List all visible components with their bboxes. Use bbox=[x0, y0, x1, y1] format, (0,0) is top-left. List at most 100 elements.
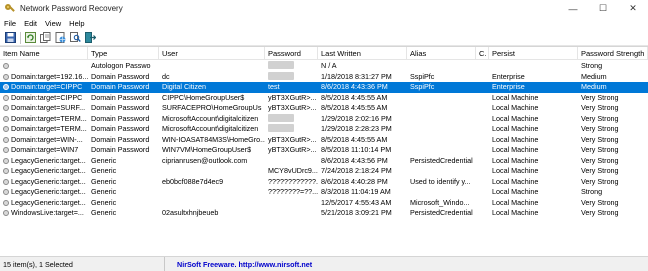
cell-last-written-text: 12/5/2017 4:55:43 AM bbox=[321, 197, 392, 207]
column-header-alias[interactable]: Alias bbox=[407, 47, 476, 60]
minimize-button[interactable]: — bbox=[558, 0, 588, 17]
menu-file[interactable]: File bbox=[0, 19, 20, 28]
cell-alias-text: PersistedCredential bbox=[410, 155, 473, 165]
credential-icon bbox=[3, 168, 9, 174]
cell-type-text: Domain Password bbox=[91, 82, 150, 91]
cell-last-written: 8/6/2018 4:43:56 PM bbox=[318, 156, 407, 167]
table-row[interactable]: Autologon Passwo N / A Strong bbox=[0, 61, 648, 72]
cell-persist: Local Machine bbox=[489, 177, 578, 188]
cell-alias bbox=[407, 187, 476, 198]
table-row[interactable]: Domain:target=WIN7 Domain Password WIN7VM\… bbox=[0, 145, 648, 156]
password-redaction bbox=[268, 113, 294, 122]
cell-password-strength: Very Strong bbox=[578, 198, 648, 209]
copy-icon[interactable] bbox=[39, 32, 51, 44]
column-header-item-name[interactable]: Item Name bbox=[0, 47, 88, 60]
cell-persist: Local Machine bbox=[489, 187, 578, 198]
save-icon[interactable] bbox=[4, 32, 16, 44]
cell-last-written-text: N / A bbox=[321, 61, 337, 70]
table-row[interactable]: WindowsLive:target=... Generic 02asultxhnj… bbox=[0, 208, 648, 219]
table-row[interactable]: LegacyGeneric:target... Generic ????????=?… bbox=[0, 187, 648, 198]
cell-type-text: Domain Password bbox=[91, 124, 150, 133]
cell-item-name-text: Domain:target=WIN-... bbox=[11, 134, 83, 144]
column-header-type[interactable]: Type bbox=[88, 47, 159, 60]
table-row[interactable]: Domain:target=CIPPC Domain Password CIPPC\… bbox=[0, 93, 648, 104]
cell-password-strength-text: Very Strong bbox=[581, 124, 619, 133]
table-row[interactable]: Domain:target=192.16... Domain Password dc… bbox=[0, 71, 648, 83]
cell-password-strength-text: Medium bbox=[581, 82, 607, 91]
cell-item-name-text: Domain:target=192.16... bbox=[11, 71, 88, 81]
cell-last-written-text: 8/5/2018 4:45:55 AM bbox=[321, 103, 388, 112]
close-button[interactable]: ✕ bbox=[618, 0, 648, 17]
exit-icon[interactable] bbox=[84, 32, 96, 44]
menu-help[interactable]: Help bbox=[65, 19, 88, 28]
cell-type-text: Domain Password bbox=[91, 71, 150, 81]
cell-alias: Used to identify y... bbox=[407, 177, 476, 188]
cell-item-name-text: Domain:target=TERM... bbox=[11, 113, 87, 123]
cell-password-text: yBT3XGutR>... bbox=[268, 103, 317, 112]
table-row[interactable]: Domain:target=SURF... Domain Password SURF… bbox=[0, 103, 648, 114]
cell-user: dc bbox=[159, 72, 265, 83]
cell-type: Generic bbox=[88, 156, 159, 167]
table-row[interactable]: LegacyGeneric:target... Generic eb0bcf088e… bbox=[0, 177, 648, 188]
cell-password-text: MCY8vUDrc9... bbox=[268, 166, 318, 175]
cell-item-name-text: Domain:target=SURF... bbox=[11, 103, 86, 112]
cell-item-name: Domain:target=WIN7 bbox=[0, 145, 88, 156]
cell-type-text: Generic bbox=[91, 166, 117, 175]
find-icon[interactable] bbox=[69, 32, 81, 44]
cell-password-strength: Very Strong bbox=[578, 103, 648, 114]
column-header-password-strength[interactable]: Password Strength bbox=[578, 47, 648, 60]
cell-user bbox=[159, 187, 265, 198]
cell-last-written: 8/5/2018 11:10:14 PM bbox=[318, 145, 407, 156]
cell-password: yBT3XGutR>... bbox=[265, 103, 318, 114]
table-row[interactable]: LegacyGeneric:target... Generic ciprianrus… bbox=[0, 156, 648, 167]
cell-user bbox=[159, 198, 265, 209]
cell-persist: Local Machine bbox=[489, 124, 578, 135]
cell-type-text: Domain Password bbox=[91, 134, 150, 144]
cell-type: Domain Password bbox=[88, 124, 159, 135]
cell-item-name: Domain:target=CIPPC bbox=[0, 93, 88, 104]
credentials-table[interactable]: Item Name Type User Password Last Writte… bbox=[0, 46, 648, 256]
html-report-icon[interactable] bbox=[54, 32, 66, 44]
cell-persist-text: Local Machine bbox=[492, 134, 539, 144]
column-header-last-written[interactable]: Last Written bbox=[318, 47, 407, 60]
cell-persist-text: Local Machine bbox=[492, 92, 539, 102]
cell-password bbox=[265, 156, 318, 167]
cell-type: Domain Password bbox=[88, 82, 159, 93]
menu-view[interactable]: View bbox=[41, 19, 65, 28]
cell-password-strength-text: Medium bbox=[581, 71, 607, 81]
cell-item-name-text: Domain:target=TERM... bbox=[11, 124, 87, 133]
column-header-user[interactable]: User bbox=[159, 47, 265, 60]
table-row[interactable]: Domain:target=CIPPC Domain Password Digita… bbox=[0, 82, 648, 93]
credential-icon bbox=[3, 210, 9, 216]
column-header-persist[interactable]: Persist bbox=[489, 47, 578, 60]
cell-password-strength: Very Strong bbox=[578, 156, 648, 167]
cell-password-strength: Strong bbox=[578, 187, 648, 198]
cell-item-name-text: LegacyGeneric:target... bbox=[11, 166, 86, 175]
cell-item-name-text: LegacyGeneric:target... bbox=[11, 187, 86, 196]
table-row[interactable]: LegacyGeneric:target... Generic MCY8vUDrc9… bbox=[0, 166, 648, 177]
cell-alias-text: Used to identify y... bbox=[410, 176, 471, 186]
cell-persist-text: Local Machine bbox=[492, 155, 539, 165]
nirsoft-link[interactable]: NirSoft Freeware. http://www.nirsoft.net bbox=[165, 260, 312, 269]
menu-edit[interactable]: Edit bbox=[20, 19, 41, 28]
table-row[interactable]: Domain:target=TERM... Domain Password Micr… bbox=[0, 113, 648, 125]
table-row[interactable]: LegacyGeneric:target... Generic 12/5/2017 … bbox=[0, 198, 648, 209]
maximize-button[interactable]: ☐ bbox=[588, 0, 618, 17]
cell-user-text: WIN-IOASAT84M3S\HomeGro... bbox=[162, 134, 265, 144]
column-header-c[interactable]: C. bbox=[476, 47, 489, 60]
cell-last-written-text: 8/5/2018 4:45:55 AM bbox=[321, 92, 388, 102]
column-header-password[interactable]: Password bbox=[265, 47, 318, 60]
cell-item-name: LegacyGeneric:target... bbox=[0, 187, 88, 198]
table-row[interactable]: Domain:target=WIN-... Domain Password WIN-… bbox=[0, 135, 648, 146]
cell-last-written-text: 8/5/2018 4:45:55 AM bbox=[321, 134, 388, 144]
toolbar bbox=[0, 30, 648, 46]
cell-password-strength-text: Very Strong bbox=[581, 166, 619, 175]
cell-user-text: MicrosoftAccount\digitalcitizen bbox=[162, 124, 259, 133]
table-row[interactable]: Domain:target=TERM... Domain Password Micr… bbox=[0, 124, 648, 135]
cell-type: Domain Password bbox=[88, 114, 159, 125]
cell-last-written-text: 8/5/2018 11:10:14 PM bbox=[321, 145, 392, 154]
refresh-icon[interactable] bbox=[24, 32, 36, 44]
cell-last-written-text: 8/6/2018 4:43:36 PM bbox=[321, 82, 388, 91]
cell-password bbox=[265, 208, 318, 219]
cell-last-written: 8/5/2018 4:45:55 AM bbox=[318, 103, 407, 114]
